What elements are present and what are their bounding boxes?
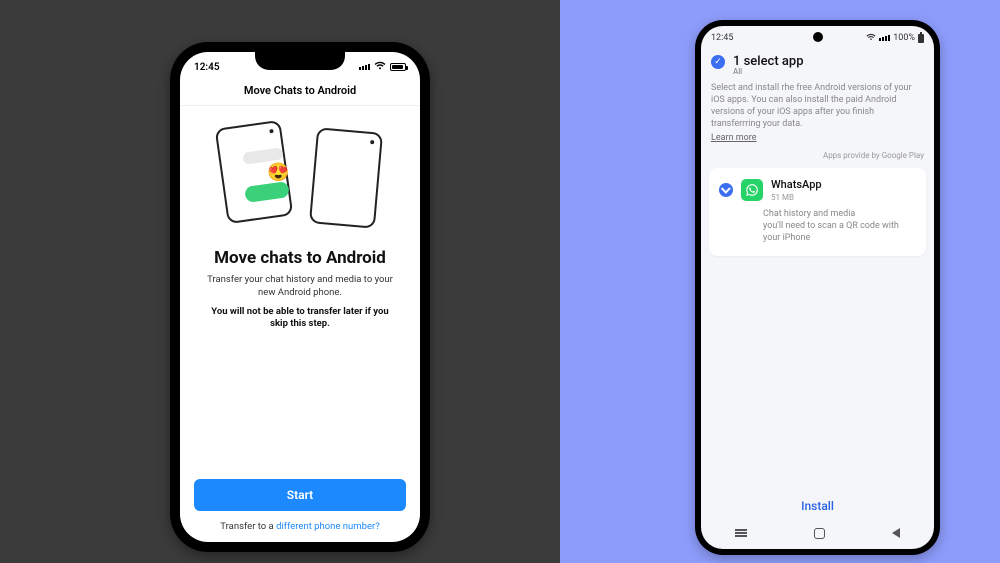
wifi-icon (374, 61, 386, 73)
android-camera-hole (813, 32, 823, 42)
wifi-icon (866, 33, 876, 44)
iphone-screen: 12:45 Move Chats to Android (180, 52, 420, 542)
app-card-whatsapp[interactable]: WhatsApp 51 MB Chat history and media yo… (709, 168, 926, 256)
app-size: 51 MB (771, 193, 822, 202)
subtext: Transfer your chat history and media to … (180, 272, 420, 302)
app-selected-icon[interactable] (719, 183, 733, 197)
step-description: Select and install rhe free Android vers… (701, 76, 934, 133)
iphone-mockup: 12:45 Move Chats to Android (170, 42, 430, 552)
alt-transfer-link[interactable]: Transfer to a different phone number? (180, 517, 420, 542)
alt-link-prefix: Transfer to a (220, 521, 276, 532)
battery-icon (918, 34, 924, 43)
android-mockup: 12:45 100% ✓ 1 select app All Sele (695, 20, 940, 555)
signal-icon (879, 35, 890, 41)
ios-time: 12:45 (194, 62, 220, 73)
battery-percent: 100% (893, 33, 915, 43)
left-panel: 12:45 Move Chats to Android (0, 0, 560, 563)
app-desc-line2: you'll need to scan a QR code with your … (763, 220, 916, 244)
app-desc-line1: Chat history and media (763, 208, 916, 220)
app-name: WhatsApp (771, 178, 822, 191)
provider-label: Apps provide by Google Play (701, 149, 934, 164)
android-time: 12:45 (711, 33, 733, 43)
android-screen: 12:45 100% ✓ 1 select app All Sele (701, 26, 934, 549)
learn-more-link[interactable]: Learn more (701, 133, 934, 149)
nav-home-icon[interactable] (814, 528, 825, 539)
warning-text: You will not be able to transfer later i… (180, 302, 420, 336)
all-label: All (701, 67, 934, 76)
nav-recents-icon[interactable] (735, 532, 747, 534)
transfer-illustration: 😍 (180, 106, 420, 242)
right-panel: 12:45 100% ✓ 1 select app All Sele (560, 0, 1000, 563)
iphone-notch (255, 52, 345, 70)
alt-link-text[interactable]: different phone number? (276, 521, 380, 532)
android-nav-bar (701, 521, 934, 549)
signal-icon (359, 64, 370, 70)
battery-icon (390, 63, 406, 71)
nav-back-icon[interactable] (892, 528, 900, 538)
headline: Move chats to Android (180, 242, 420, 272)
whatsapp-icon (741, 179, 763, 201)
start-button[interactable]: Start (194, 479, 406, 511)
ios-nav-title: Move Chats to Android (180, 78, 420, 106)
install-button[interactable]: Install (701, 489, 934, 521)
emoji-icon: 😍 (267, 162, 289, 183)
